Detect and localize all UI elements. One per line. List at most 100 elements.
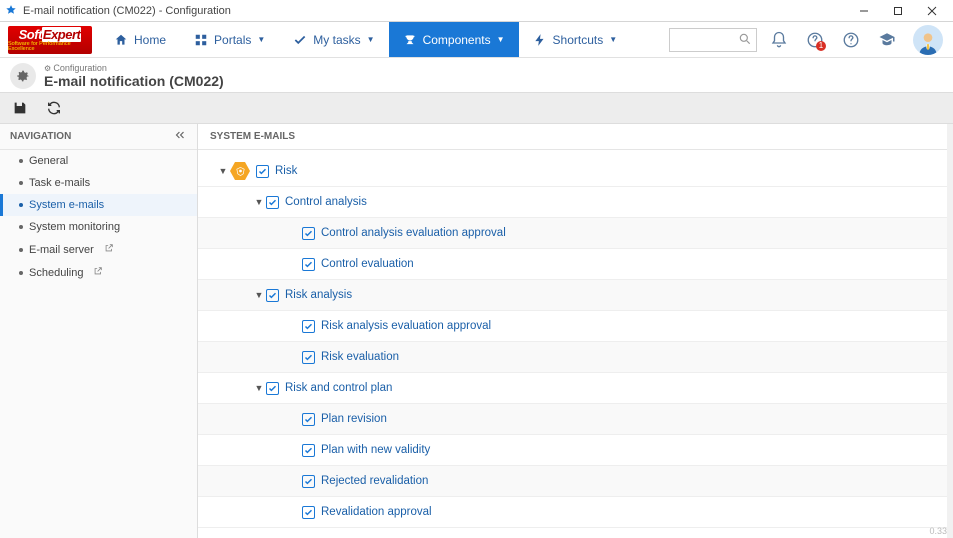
nav-components[interactable]: Components ▼: [389, 22, 519, 57]
tree-row: Control evaluation: [198, 249, 947, 280]
window-titlebar: E-mail notification (CM022) - Configurat…: [0, 0, 953, 22]
sidebar-item-label: System monitoring: [29, 221, 120, 233]
academy-button[interactable]: [873, 26, 901, 54]
bolt-icon: [533, 33, 547, 47]
user-avatar[interactable]: [913, 25, 943, 55]
sidebar: NAVIGATION General Task e-mails System e-m…: [0, 124, 198, 538]
tree-item-link[interactable]: Risk: [275, 165, 297, 177]
sidebar-item-label: General: [29, 155, 68, 167]
breadcrumb-parent[interactable]: Configuration: [44, 63, 224, 73]
bullet-icon: [19, 159, 23, 163]
tree-item-link[interactable]: Rejected revalidation: [321, 475, 428, 487]
save-button[interactable]: [12, 100, 28, 116]
search-icon[interactable]: [738, 32, 752, 51]
tree-item-link[interactable]: Control analysis evaluation approval: [321, 227, 506, 239]
caret-down-icon: ▼: [367, 35, 375, 44]
tree-item-link[interactable]: Plan with new validity: [321, 444, 430, 456]
notifications-button[interactable]: [765, 26, 793, 54]
sidebar-header: NAVIGATION: [0, 124, 197, 150]
sidebar-item[interactable]: General: [0, 150, 197, 172]
question-icon: [842, 31, 860, 49]
check-icon: [293, 33, 307, 47]
tree-row: Plan revision: [198, 404, 947, 435]
bullet-icon: [19, 271, 23, 275]
checkbox[interactable]: [302, 258, 315, 271]
gear-icon: [15, 68, 31, 84]
window-minimize-button[interactable]: [847, 1, 881, 21]
chevron-double-left-icon: [173, 128, 187, 142]
main-panel: SYSTEM E-MAILS ▼ Risk ▼ Control analysis Con…: [198, 124, 953, 538]
checkbox[interactable]: [266, 289, 279, 302]
nav-mytasks[interactable]: My tasks ▼: [279, 22, 388, 57]
save-icon: [12, 100, 28, 116]
external-link-icon: [93, 266, 103, 279]
nav-components-label: Components: [423, 33, 491, 47]
nav-home[interactable]: Home: [100, 22, 180, 57]
nav-shortcuts[interactable]: Shortcuts ▼: [519, 22, 632, 57]
sidebar-item-label: System e-mails: [29, 199, 104, 211]
checkbox[interactable]: [302, 506, 315, 519]
expand-arrow[interactable]: ▼: [252, 197, 266, 207]
tree-item-link[interactable]: Risk evaluation: [321, 351, 399, 363]
checkbox[interactable]: [266, 382, 279, 395]
top-nav: SoftExpert Software for Performance Exce…: [0, 22, 953, 58]
graduation-icon: [878, 31, 896, 49]
sidebar-item[interactable]: Scheduling: [0, 261, 197, 284]
brand-logo[interactable]: SoftExpert Software for Performance Exce…: [0, 22, 100, 57]
tree-item-link[interactable]: Plan revision: [321, 413, 387, 425]
app-icon: [4, 4, 18, 18]
window-maximize-button[interactable]: [881, 1, 915, 21]
expand-arrow[interactable]: ▼: [252, 383, 266, 393]
sidebar-item[interactable]: Task e-mails: [0, 172, 197, 194]
checkbox[interactable]: [302, 227, 315, 240]
breadcrumb-area: Configuration E-mail notification (CM022…: [0, 58, 953, 92]
bullet-icon: [19, 225, 23, 229]
nav-shortcuts-label: Shortcuts: [553, 33, 604, 47]
tree-item-link[interactable]: Control evaluation: [321, 258, 414, 270]
tree-item-link[interactable]: Control analysis: [285, 196, 367, 208]
sidebar-item[interactable]: System e-mails: [0, 194, 197, 216]
tree-item-link[interactable]: Risk analysis evaluation approval: [321, 320, 491, 332]
alert-badge: 1: [816, 41, 826, 51]
checkbox[interactable]: [266, 196, 279, 209]
sidebar-item[interactable]: System monitoring: [0, 216, 197, 238]
checkbox[interactable]: [302, 444, 315, 457]
help-button[interactable]: [837, 26, 865, 54]
home-icon: [114, 33, 128, 47]
refresh-button[interactable]: [46, 100, 62, 116]
checkbox[interactable]: [302, 475, 315, 488]
tree-item-link[interactable]: Revalidation approval: [321, 506, 432, 518]
page-title: E-mail notification (CM022): [44, 73, 224, 89]
grid-icon: [194, 33, 208, 47]
nav-home-label: Home: [134, 33, 166, 47]
main-header: SYSTEM E-MAILS: [198, 124, 947, 150]
nav-portals[interactable]: Portals ▼: [180, 22, 279, 57]
version-label: 0.33: [929, 526, 947, 536]
tree-row: Rejected revalidation: [198, 466, 947, 497]
nav-mytasks-label: My tasks: [313, 33, 360, 47]
module-icon: [10, 63, 36, 89]
expand-arrow[interactable]: ▼: [216, 166, 230, 176]
tree-container: ▼ Risk ▼ Control analysis Control analysis e…: [198, 150, 947, 538]
caret-down-icon: ▼: [609, 35, 617, 44]
checkbox[interactable]: [256, 165, 269, 178]
external-link-icon: [104, 243, 114, 256]
window-close-button[interactable]: [915, 1, 949, 21]
tree-row: ▼ Control analysis: [198, 187, 947, 218]
tree-row: Risk evaluation: [198, 342, 947, 373]
checkbox[interactable]: [302, 351, 315, 364]
tree-item-link[interactable]: Risk analysis: [285, 289, 352, 301]
expand-arrow[interactable]: ▼: [252, 290, 266, 300]
sidebar-item-label: Scheduling: [29, 267, 83, 279]
tree-item-link[interactable]: Risk and control plan: [285, 382, 392, 394]
checkbox[interactable]: [302, 320, 315, 333]
sidebar-item[interactable]: E-mail server: [0, 238, 197, 261]
tree-row: Plan with new validity: [198, 435, 947, 466]
checkbox[interactable]: [302, 413, 315, 426]
caret-down-icon: ▼: [497, 35, 505, 44]
sidebar-collapse-button[interactable]: [173, 128, 187, 145]
caret-down-icon: ▼: [257, 35, 265, 44]
refresh-icon: [46, 100, 62, 116]
alerts-button[interactable]: 1: [801, 26, 829, 54]
trophy-icon: [403, 33, 417, 47]
